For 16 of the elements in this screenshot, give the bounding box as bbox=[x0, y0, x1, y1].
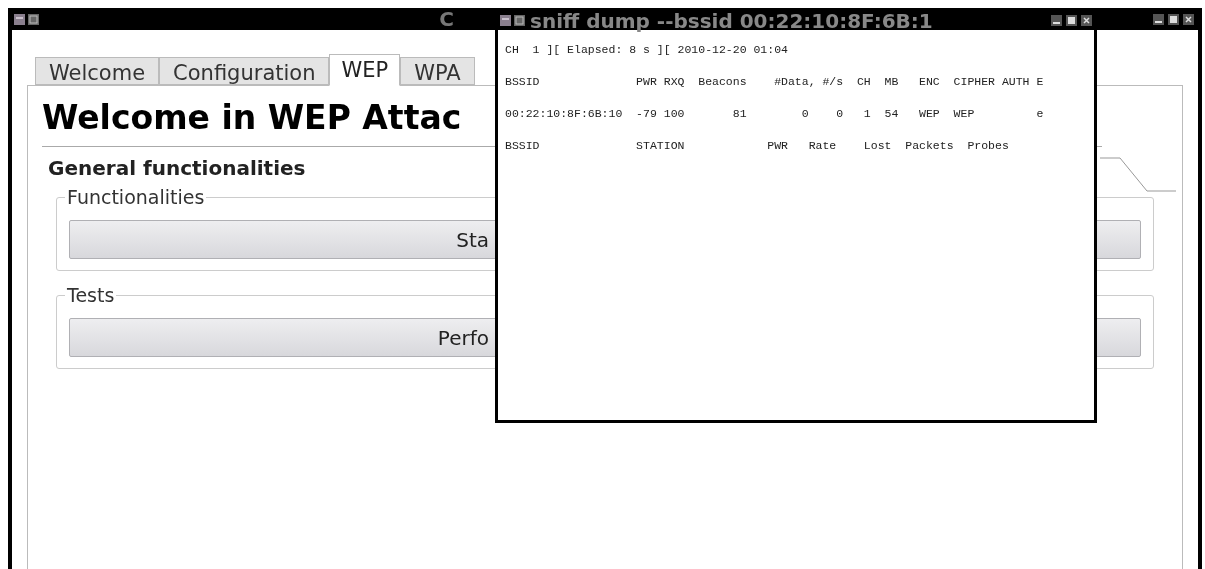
terminal-line: BSSID STATION PWR Rate Lost Packets Probes bbox=[505, 139, 1010, 153]
terminal-line: CH 1 ][ Elapsed: 8 s ][ 2010-12-20 01:04 bbox=[505, 43, 789, 57]
tab[interactable]: WPA bbox=[400, 57, 475, 85]
tab[interactable]: WEP bbox=[329, 54, 401, 86]
terminal-line: 00:22:10:8F:6B:10 -79 100 81 0 0 1 54 WEP WEP e bbox=[505, 107, 1045, 121]
section-heading: General functionalities bbox=[48, 155, 306, 182]
tab[interactable]: Welcome bbox=[35, 57, 160, 85]
tab[interactable]: Configuration bbox=[159, 57, 330, 85]
minimize-icon[interactable] bbox=[1153, 13, 1164, 25]
window-title: sniff dump --bssid 00:22:10:8F:6B:1 bbox=[530, 10, 933, 31]
terminal-line: BSSID PWR RXQ Beacons #Data, #/s CH MB ENC CIPHER AUTH E bbox=[505, 75, 1045, 89]
window-menu-icon[interactable] bbox=[14, 13, 25, 25]
page-heading: Welcome in WEP Attac bbox=[42, 98, 462, 138]
maximize-icon[interactable] bbox=[1168, 13, 1179, 25]
close-icon[interactable] bbox=[1183, 13, 1194, 25]
window-title: C bbox=[439, 9, 454, 29]
